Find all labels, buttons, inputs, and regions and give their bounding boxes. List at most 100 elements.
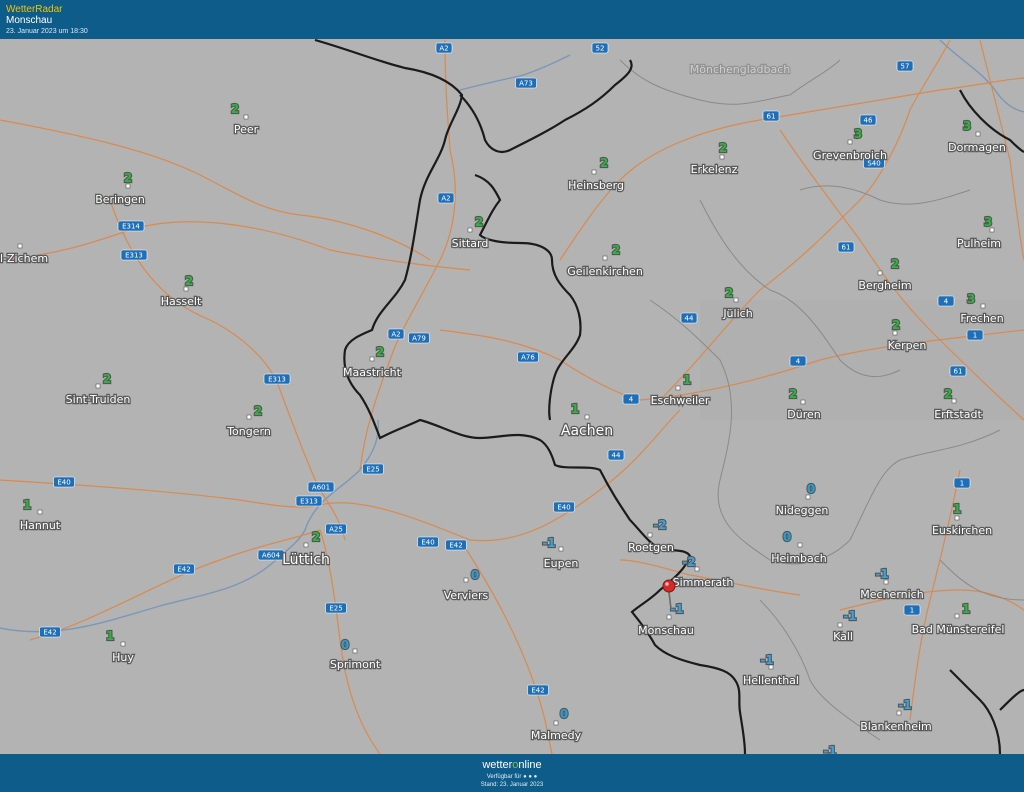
road-shield-1: 1	[966, 329, 984, 341]
svg-text:A604: A604	[262, 552, 281, 560]
temperature-value: -1	[670, 602, 683, 616]
place-name: Nideggen	[776, 504, 829, 517]
road-shield-a76: A76	[517, 351, 539, 363]
road-shield-a79: A79	[408, 332, 430, 344]
place-dot	[602, 255, 608, 261]
svg-text:A76: A76	[521, 354, 535, 362]
road-shield-a25: A25	[325, 523, 347, 535]
svg-text:E313: E313	[300, 498, 318, 506]
place-dot	[553, 720, 559, 726]
place-name: Mönchengladbach	[690, 63, 790, 76]
road-shield-e42: E42	[445, 539, 467, 551]
place-name: l-Zichem	[0, 252, 48, 265]
place-dot	[719, 154, 725, 160]
place-name: Lüttich	[282, 552, 330, 568]
road-shield-e313: E313	[295, 495, 323, 507]
location-name: Monschau	[6, 15, 53, 26]
temperature-value: 2	[789, 387, 797, 401]
svg-text:E42: E42	[531, 687, 544, 695]
svg-text:4: 4	[629, 396, 634, 404]
temperature-value: 2	[124, 171, 132, 185]
svg-text:1: 1	[960, 480, 964, 488]
place-name: Grevenbroich	[813, 149, 887, 162]
svg-text:A25: A25	[329, 526, 343, 534]
place-name: Sittard	[452, 237, 489, 250]
road-shield-a73: A73	[515, 77, 537, 89]
place-name: Kerpen	[888, 339, 927, 352]
svg-text:A2: A2	[391, 331, 400, 339]
road-shield-4: 4	[937, 295, 955, 307]
temperature-value: 2	[254, 404, 262, 418]
road-shield-1: 1	[903, 604, 921, 616]
place-dot	[352, 648, 358, 654]
road-shield-e40: E40	[417, 536, 439, 548]
svg-text:44: 44	[612, 452, 621, 460]
road-shield-a601: A601	[307, 481, 335, 493]
weather-map[interactable]: A2 A73 52 57 61 46 S40 E314 E313 A2 A2 A79 A76 E313 4 4…	[0, 38, 1024, 759]
app-title: WetterRadar	[6, 4, 63, 15]
place-name: Eupen	[544, 557, 579, 570]
road-shield-46: 46	[859, 114, 877, 126]
place-dot	[837, 622, 843, 628]
road-shield-a2: A2	[437, 192, 455, 204]
temperature-value: 0	[341, 638, 349, 652]
temperature-value: 2	[231, 102, 239, 116]
road-shield-61: 61	[762, 110, 780, 122]
brand-suffix: nline	[518, 759, 542, 771]
road-shield-a604: A604	[257, 549, 285, 561]
temperature-value: -1	[875, 567, 888, 581]
svg-text:E42: E42	[177, 566, 190, 574]
temperature-value: 1	[571, 402, 579, 416]
temperature-value: -2	[653, 518, 666, 532]
temperature-value: 0	[807, 482, 815, 496]
svg-text:E40: E40	[557, 504, 570, 512]
place-mönchengladbach[interactable]: Mönchengladbach	[688, 62, 791, 78]
temperature-value: -1	[542, 536, 555, 550]
road-shield-1: 1	[953, 477, 971, 489]
place-name: Sprimont	[330, 658, 381, 671]
temperature-value: 0	[560, 707, 568, 721]
temperature-value: 3	[963, 119, 971, 133]
temperature-value: -2	[682, 555, 695, 569]
svg-text:61: 61	[842, 244, 851, 252]
place-name: Bad Münstereifel	[912, 623, 1005, 636]
svg-text:E313: E313	[268, 376, 286, 384]
temperature-value: 2	[103, 372, 111, 386]
app-footer: wetteronline Verfügbar für ● ● ● Stand: …	[0, 754, 1024, 792]
temperature-value: -1	[898, 698, 911, 712]
brand-logo[interactable]: wetteronline	[0, 759, 1024, 771]
temperature-value: 1	[106, 629, 114, 643]
place-name: Mechernich	[860, 588, 923, 601]
place-dot	[303, 542, 309, 548]
place-name: Blankenheim	[860, 720, 932, 733]
temperature-value: 1	[683, 373, 691, 387]
svg-text:A2: A2	[441, 195, 450, 203]
svg-text:A73: A73	[519, 80, 533, 88]
temperature-value: 2	[612, 243, 620, 257]
place-dot	[246, 414, 252, 420]
place-unnamed[interactable]: -1	[822, 743, 838, 759]
place-name: Roetgen	[628, 541, 674, 554]
road-shield-e42: E42	[39, 626, 61, 638]
road-shield-44: 44	[607, 449, 625, 461]
temperature-value: 1	[962, 602, 970, 616]
place-dot	[954, 515, 960, 521]
temperature-value: 1	[23, 498, 31, 512]
road-shield-e40: E40	[553, 501, 575, 513]
place-name: Sint-Truiden	[66, 393, 131, 406]
road-shield-4: 4	[622, 393, 640, 405]
temperature-value: 2	[944, 387, 952, 401]
svg-text:E42: E42	[449, 542, 462, 550]
place-name: Tongern	[226, 425, 271, 438]
svg-text:4: 4	[944, 298, 949, 306]
road-shield-57: 57	[896, 60, 914, 72]
svg-text:57: 57	[901, 63, 910, 71]
place-name: Peer	[234, 123, 259, 136]
place-name: Monschau	[638, 624, 694, 637]
temperature-value: -1	[760, 653, 773, 667]
place-dot	[120, 641, 126, 647]
temperature-value: 3	[854, 127, 862, 141]
availability-note: Verfügbar für ● ● ●	[0, 774, 1024, 780]
platform-icons: ● ● ●	[523, 774, 538, 780]
temperature-value: 2	[185, 274, 193, 288]
